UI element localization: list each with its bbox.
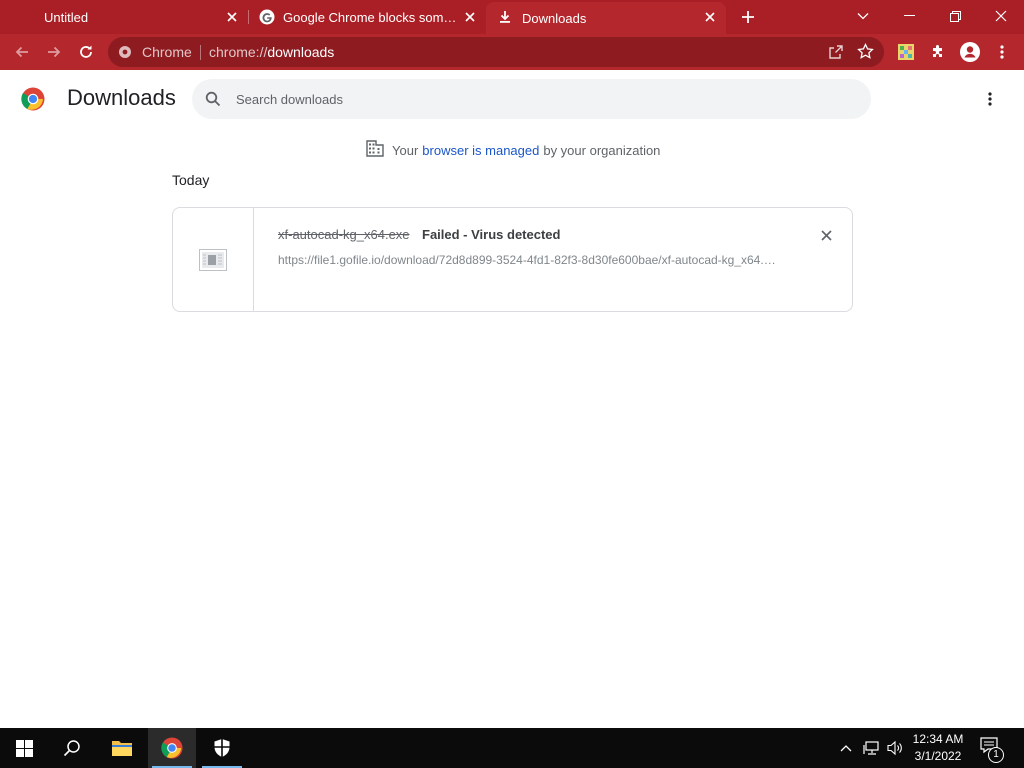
file-icon-column [173,208,254,311]
notification-count-badge: 1 [988,747,1004,763]
forward-button[interactable] [41,39,67,65]
tab-google-chrome-blocks[interactable]: Google Chrome blocks some downloads [248,0,486,34]
file-icon [199,249,227,276]
chrome-logo-icon [21,87,45,116]
chrome-icon [161,737,183,759]
shield-icon [214,739,230,757]
managed-notice: Your browser is managed by your organiza… [366,140,660,160]
windows-taskbar: 12:34 AM 3/1/2022 1 [0,728,1024,768]
start-button[interactable] [0,728,48,768]
remove-download-icon[interactable] [817,226,835,244]
tab-downloads[interactable]: Downloads [486,2,726,34]
search-downloads-box[interactable] [192,79,871,119]
security-taskbar-button[interactable] [198,728,246,768]
managed-prefix: Your [392,142,419,158]
page-title: Downloads [67,85,176,110]
back-button[interactable] [9,39,35,65]
tab-search-button[interactable] [840,0,886,32]
search-icon [205,91,221,112]
date-section-header: Today [172,172,210,188]
tab-untitled[interactable]: Untitled [0,0,248,34]
network-button[interactable] [860,728,882,768]
site-chip-label: Chrome [142,44,192,60]
clock-time: 12:34 AM [912,732,964,746]
profile-avatar[interactable] [957,39,983,65]
search-input[interactable] [236,89,836,109]
tab-title: Downloads [522,10,587,26]
reload-button[interactable] [73,39,99,65]
managed-suffix: by your organization [543,142,661,158]
chevron-up-icon [840,745,852,752]
restore-button[interactable] [932,0,978,32]
folder-icon [112,741,132,756]
taskbar-clock[interactable]: 12:34 AM 3/1/2022 [906,731,970,765]
show-hidden-icons-button[interactable] [836,728,856,768]
clock-date: 3/1/2022 [914,749,962,763]
new-tab-button[interactable] [737,6,759,28]
download-url[interactable]: https://file1.gofile.io/download/72d8d89… [278,253,778,267]
chrome-menu-icon[interactable] [989,39,1015,65]
more-actions-icon[interactable] [980,88,1000,110]
extensions-puzzle-icon[interactable] [925,39,951,65]
close-tab-icon[interactable] [702,9,718,25]
bookmark-star-icon[interactable] [857,42,874,65]
url-text[interactable]: chrome://downloads [209,44,334,60]
windows-logo-icon [15,739,33,757]
browser-toolbar: Chrome chrome://downloads [0,34,1024,70]
downloads-page: Downloads Your browser is managed by you… [0,70,1024,728]
close-tab-icon[interactable] [224,9,240,25]
share-icon[interactable] [828,44,844,65]
taskbar-search-button[interactable] [48,728,96,768]
address-bar[interactable]: Chrome chrome://downloads [108,37,884,67]
building-icon [366,140,384,160]
chrome-taskbar-button[interactable] [148,728,196,768]
file-explorer-button[interactable] [98,728,146,768]
extension-app-icon[interactable] [898,44,914,60]
file-name[interactable]: xf-autocad-kg_x64.exe [278,227,410,242]
download-item: xf-autocad-kg_x64.exe Failed - Virus det… [172,207,853,312]
tab-title: Untitled [44,9,89,25]
volume-button[interactable] [884,728,906,768]
network-icon [863,741,879,755]
speaker-icon [887,740,902,756]
close-tab-icon[interactable] [462,9,478,25]
browser-managed-link[interactable]: browser is managed [422,143,539,158]
omnibox-divider [200,45,201,60]
download-icon [498,10,512,27]
chrome-site-icon [118,45,132,64]
download-status: Failed - Virus detected [422,227,561,242]
tab-title: Google Chrome blocks some downloads [283,9,459,25]
minimize-button[interactable] [886,0,932,32]
tab-strip: Untitled Google Chrome blocks some downl… [0,0,1024,34]
close-window-button[interactable] [978,0,1024,32]
search-icon [63,740,80,757]
google-favicon-icon [259,9,275,28]
